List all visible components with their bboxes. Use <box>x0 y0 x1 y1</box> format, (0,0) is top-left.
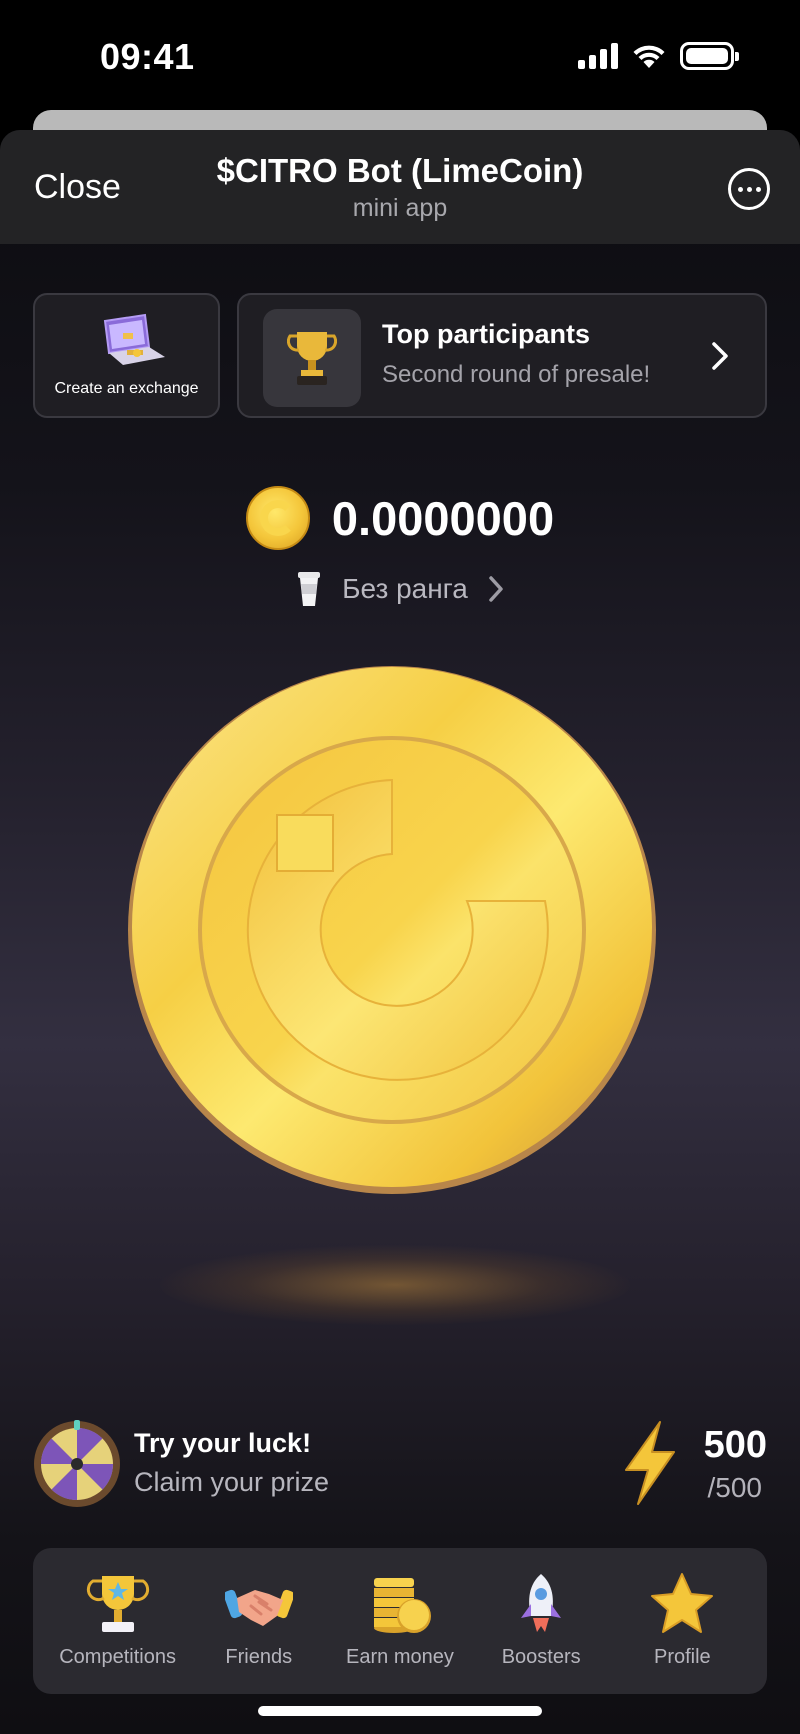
trophy-icon <box>86 1576 149 1632</box>
app-title: $CITRO Bot (LimeCoin) <box>216 152 584 189</box>
coins-icon <box>373 1578 431 1633</box>
create-exchange-card[interactable]: Create an exchange <box>33 293 220 418</box>
more-options-button[interactable] <box>728 168 770 210</box>
nav-boosters[interactable]: Boosters <box>476 1548 606 1694</box>
trophy-tile <box>263 309 361 407</box>
create-exchange-label: Create an exchange <box>54 380 199 397</box>
nav-label: Earn money <box>346 1646 454 1668</box>
balance-value: 0.0000000 <box>331 491 555 545</box>
battery-icon <box>680 42 739 70</box>
nav-profile[interactable]: Profile <box>617 1548 747 1694</box>
energy-max: /500 <box>707 1472 763 1503</box>
coin-icon <box>245 486 310 550</box>
nav-label: Boosters <box>501 1646 581 1668</box>
luck-title[interactable]: Try your luck! <box>134 1428 311 1459</box>
top-participants-title: Top participants <box>382 319 591 349</box>
paper-cup-icon <box>298 572 321 606</box>
nav-label: Competitions <box>59 1646 176 1668</box>
nav-friends[interactable]: Friends <box>194 1548 324 1694</box>
bottom-nav: Competitions Friends Earn money Boosters… <box>33 1548 767 1694</box>
nav-label: Profile <box>653 1646 711 1668</box>
cellular-signal-icon <box>578 43 618 69</box>
laptop-icon <box>103 313 165 365</box>
tap-coin-button[interactable] <box>127 665 657 1195</box>
mini-app-header: Close $CITRO Bot (LimeCoin) mini app <box>0 130 800 244</box>
chevron-right-icon <box>712 342 728 370</box>
energy-current: 500 <box>703 1424 767 1466</box>
app-subtitle: mini app <box>352 194 448 222</box>
rocket-icon <box>521 1574 562 1632</box>
mini-app-sheet: Close $CITRO Bot (LimeCoin) mini app Cre… <box>0 130 800 1734</box>
wifi-icon <box>633 45 665 68</box>
top-participants-card[interactable]: Top participants Second round of presale… <box>237 293 767 418</box>
chevron-right-icon <box>489 576 503 602</box>
coin-shadow <box>160 1245 630 1325</box>
status-bar: 09:41 <box>0 0 800 110</box>
handshake-icon <box>224 1589 293 1626</box>
nav-label: Friends <box>225 1646 293 1668</box>
star-icon <box>651 1573 714 1633</box>
home-indicator[interactable] <box>258 1706 542 1716</box>
status-time: 09:41 <box>100 36 195 77</box>
rank-label: Без ранга <box>342 573 468 604</box>
lightning-bolt-icon <box>625 1421 675 1505</box>
luck-subtitle: Claim your prize <box>134 1467 330 1497</box>
fortune-wheel-icon[interactable] <box>33 1420 121 1508</box>
top-participants-subtitle: Second round of presale! <box>382 361 651 388</box>
rank-row[interactable]: Без ранга <box>0 570 800 608</box>
trophy-icon <box>287 332 337 385</box>
nav-earn-money[interactable]: Earn money <box>335 1548 465 1694</box>
balance-row: 0.0000000 <box>0 485 800 551</box>
status-icons <box>578 42 739 70</box>
nav-competitions[interactable]: Competitions <box>53 1548 183 1694</box>
